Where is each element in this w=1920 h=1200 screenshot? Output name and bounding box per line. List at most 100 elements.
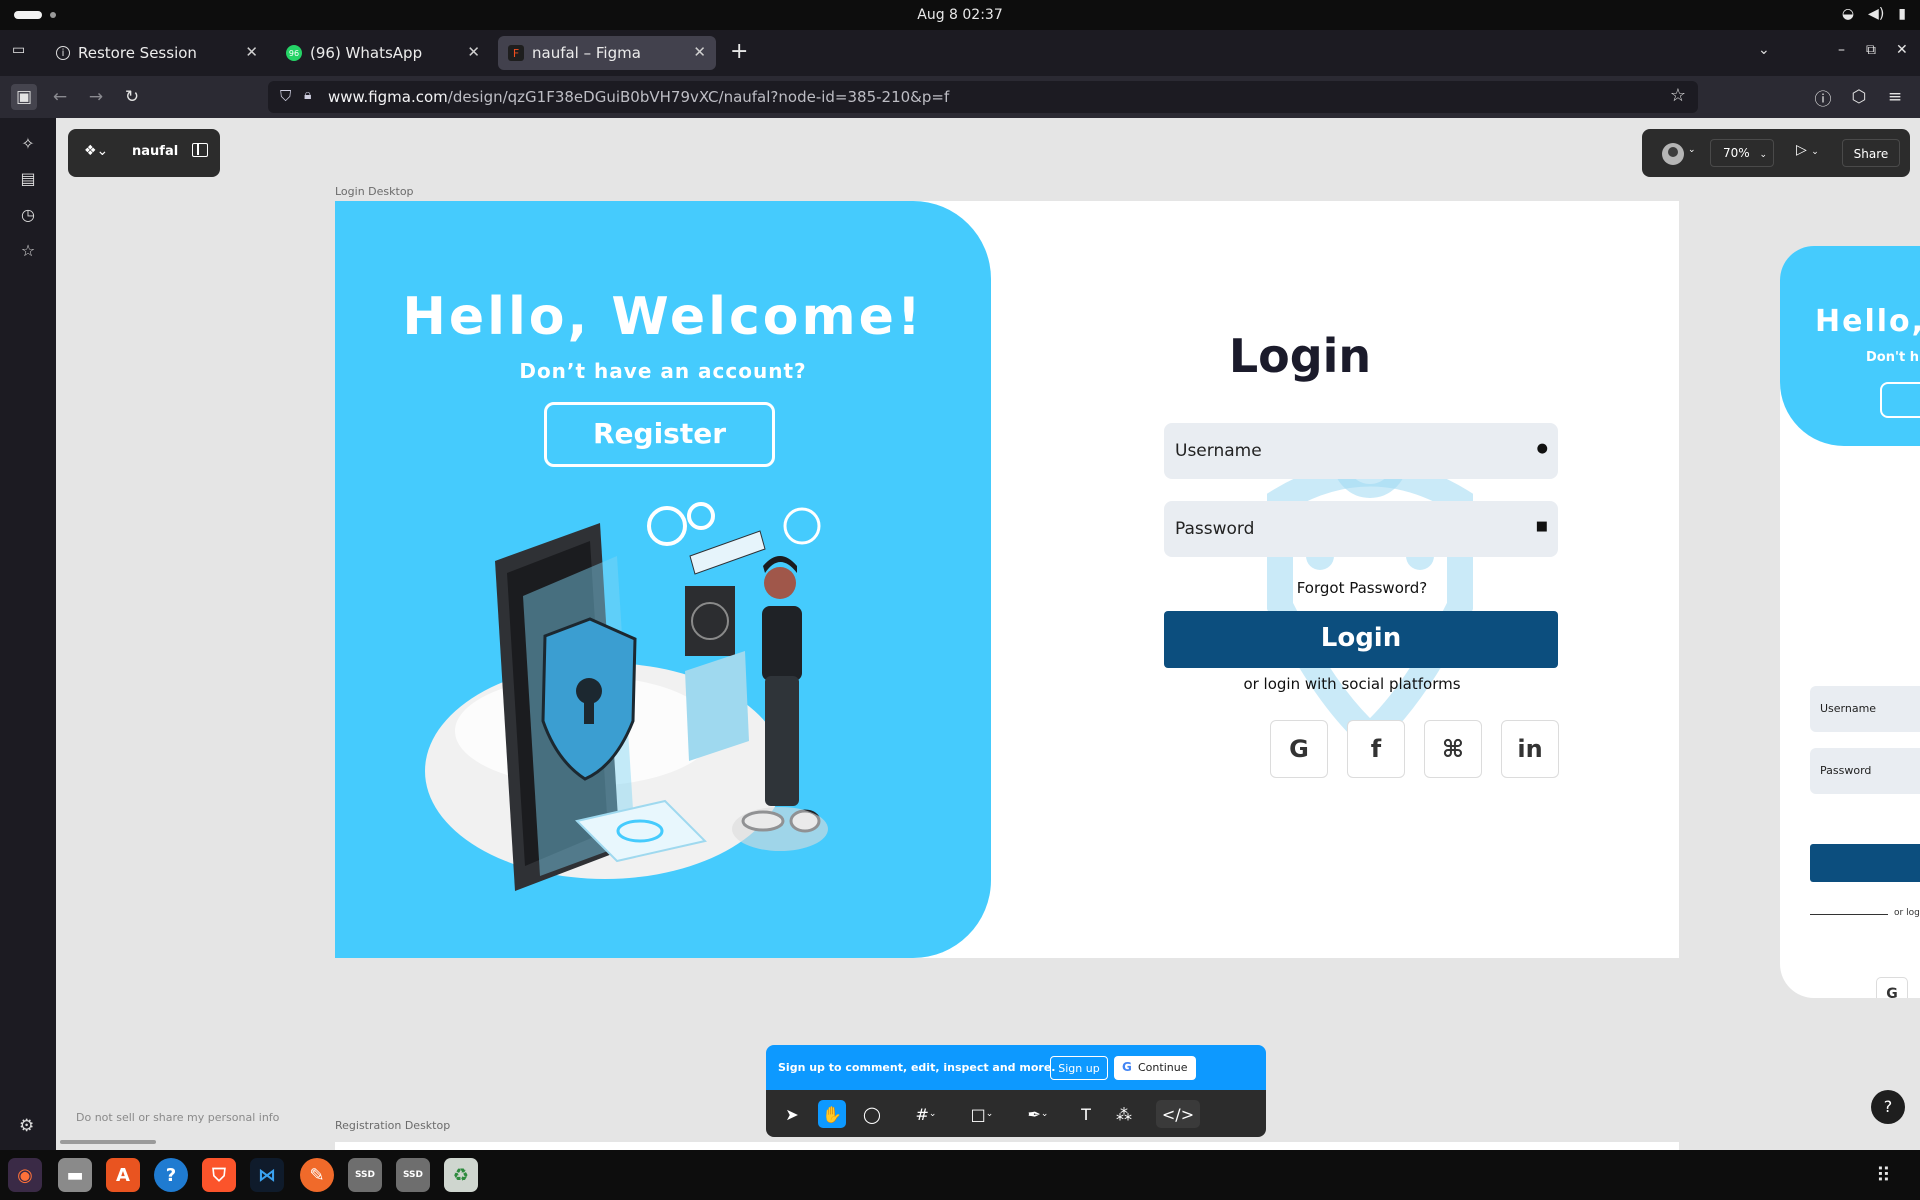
postman-icon[interactable]: ✎	[300, 1158, 334, 1192]
signup-button[interactable]: Sign up	[1050, 1056, 1108, 1080]
google-login-button[interactable]: G	[1270, 720, 1328, 778]
person-head	[764, 567, 796, 599]
linkedin-login-button[interactable]: in	[1501, 720, 1559, 778]
bookmarks-icon[interactable]: ☆	[16, 238, 40, 262]
synced-tabs-icon[interactable]: ▤	[16, 166, 40, 190]
ai-chatbot-icon[interactable]: ✧	[16, 131, 40, 155]
close-icon[interactable]: ✕	[245, 43, 258, 61]
close-icon[interactable]: ✕	[467, 43, 480, 61]
history-icon[interactable]: ◷	[16, 202, 40, 226]
figma-logo-icon[interactable]: ❖⌄	[84, 143, 108, 159]
figma-top-right-controls: ⌄ 70% ⌄ ▷ ⌄ Share	[1642, 129, 1910, 177]
password-field-graphic	[689, 530, 766, 575]
rectangle-tool-icon[interactable]: □ ⌄	[962, 1100, 1002, 1128]
dev-mode-icon[interactable]: </>	[1156, 1100, 1200, 1128]
firefox-icon[interactable]: ◉	[8, 1158, 42, 1192]
ssd-drive-icon[interactable]: SSD	[396, 1158, 430, 1192]
figma-icon: F	[508, 45, 524, 61]
tab-label: Restore Session	[78, 44, 197, 62]
security-illustration	[425, 502, 828, 891]
lock-icon: ■	[1535, 519, 1548, 534]
pen-tool-icon[interactable]: ✒ ⌄	[1018, 1100, 1058, 1128]
hand-tool-icon[interactable]: ✋	[818, 1100, 846, 1128]
adjacent-heading: Hello,	[1815, 304, 1920, 339]
app-center-icon[interactable]: A	[106, 1158, 140, 1192]
tab-figma[interactable]: F naufal – Figma ✕	[498, 36, 716, 70]
continue-google-button[interactable]: G Continue	[1114, 1056, 1196, 1080]
comment-tool-icon[interactable]: ◯	[858, 1100, 886, 1128]
toggle-panel-icon[interactable]	[192, 143, 208, 157]
sidebar-toggle-icon[interactable]: ▣	[11, 84, 37, 110]
forward-icon[interactable]: →	[83, 84, 109, 110]
url-text[interactable]: www.figma.com/design/qzG1F38eDGuiB0bVH79…	[328, 88, 949, 106]
close-window-icon[interactable]: ✕	[1896, 42, 1908, 58]
tab-label: naufal – Figma	[532, 44, 641, 62]
close-icon[interactable]: ✕	[693, 43, 706, 61]
dock: ◉ ▬ A ? ⛉ ⋈ ✎ SSD SSD ♻ ⠿	[0, 1150, 1920, 1200]
login-button[interactable]: Login	[1164, 611, 1558, 668]
address-bar[interactable]: ⛉ 🔒︎ www.figma.com/design/qzG1F38eDGuiB0…	[268, 81, 1698, 113]
horizontal-scrollbar[interactable]	[60, 1140, 156, 1144]
extensions-icon[interactable]: ⬡	[1846, 84, 1872, 110]
back-icon[interactable]: ←	[47, 84, 73, 110]
text-tool-icon[interactable]: T	[1072, 1100, 1100, 1128]
help-button[interactable]: ?	[1871, 1090, 1905, 1124]
frame-tool-icon[interactable]: # ⌄	[906, 1100, 946, 1128]
person-legs	[765, 676, 799, 806]
adjacent-register-button	[1880, 382, 1920, 418]
gear-icon	[647, 506, 687, 546]
shield-icon[interactable]: ⛉	[280, 87, 291, 105]
ssd-drive-icon[interactable]: SSD	[348, 1158, 382, 1192]
system-tray[interactable]: ◒ ◀) ▮	[1842, 6, 1906, 22]
menu-icon[interactable]: ≡	[1882, 84, 1908, 110]
tab-restore-session[interactable]: i Restore Session ✕	[46, 36, 268, 70]
privacy-link[interactable]: Do not sell or share my personal info	[76, 1111, 279, 1124]
chevron-down-icon: ⌄	[1688, 145, 1696, 155]
login-heading: Login	[1228, 329, 1372, 383]
figma-canvas[interactable]: ❖⌄ naufal ⌄ 70% ⌄ ▷ ⌄ Share Login Deskto…	[56, 118, 1920, 1150]
reader-info-icon[interactable]: ⓘ	[1810, 84, 1836, 110]
forgot-password-link[interactable]: Forgot Password?	[1165, 579, 1559, 597]
brave-icon[interactable]: ⛉	[202, 1158, 236, 1192]
share-button[interactable]: Share	[1842, 139, 1900, 167]
minimize-icon[interactable]: –	[1838, 42, 1845, 58]
zoom-dropdown[interactable]: 70% ⌄	[1710, 139, 1774, 167]
file-name[interactable]: naufal	[132, 144, 178, 159]
adjacent-frame[interactable]: Hello, Don't h Username Password or logi…	[1780, 246, 1920, 998]
vscode-icon[interactable]: ⋈	[250, 1158, 284, 1192]
tab-whatsapp[interactable]: 96 (96) WhatsApp ✕	[276, 36, 490, 70]
password-field[interactable]: Password ■	[1164, 501, 1558, 557]
settings-icon[interactable]: ⚙	[19, 1116, 34, 1136]
gear-icon	[783, 507, 821, 545]
codepen-login-button[interactable]: ⌘	[1424, 720, 1482, 778]
present-play-icon[interactable]: ▷ ⌄	[1796, 142, 1819, 158]
zoom-value: 70%	[1723, 146, 1750, 160]
bookmark-star-icon[interactable]: ☆	[1670, 85, 1686, 106]
move-tool-icon[interactable]: ➤	[778, 1100, 806, 1128]
trash-icon[interactable]: ♻	[444, 1158, 478, 1192]
system-top-bar: Aug 8 02:37 ◒ ◀) ▮	[0, 0, 1920, 30]
resources-tool-icon[interactable]: ⁂	[1110, 1100, 1138, 1128]
lock-icon[interactable]: 🔒︎	[304, 87, 311, 103]
login-desktop-frame[interactable]: Hello, Welcome! Don’t have an account? R…	[335, 201, 1679, 958]
files-icon[interactable]: ▬	[58, 1158, 92, 1192]
avatar[interactable]	[1662, 143, 1684, 165]
google-icon: G	[1122, 1060, 1132, 1074]
username-field[interactable]: Username ●	[1164, 423, 1558, 479]
browser-tab-strip: ▭ i Restore Session ✕ 96 (96) WhatsApp ✕…	[0, 30, 1920, 76]
clock[interactable]: Aug 8 02:37	[0, 7, 1920, 23]
facebook-login-button[interactable]: f	[1347, 720, 1405, 778]
frame-label-login-desktop[interactable]: Login Desktop	[335, 185, 414, 198]
show-apps-icon[interactable]: ⠿	[1876, 1163, 1891, 1187]
tab-overview-icon[interactable]: ▭	[12, 42, 25, 58]
adjacent-password-field: Password	[1810, 748, 1920, 794]
registration-frame-edge	[335, 1142, 1679, 1150]
new-tab-button[interactable]: +	[730, 39, 748, 64]
frame-label-registration-desktop[interactable]: Registration Desktop	[335, 1119, 450, 1132]
adjacent-google-button: G	[1876, 977, 1908, 998]
list-all-tabs-icon[interactable]: ⌄	[1758, 42, 1770, 58]
restore-icon[interactable]: ⧉	[1866, 42, 1876, 58]
signup-banner: Sign up to comment, edit, inspect and mo…	[766, 1045, 1266, 1090]
help-app-icon[interactable]: ?	[154, 1158, 188, 1192]
reload-icon[interactable]: ↻	[119, 84, 145, 110]
